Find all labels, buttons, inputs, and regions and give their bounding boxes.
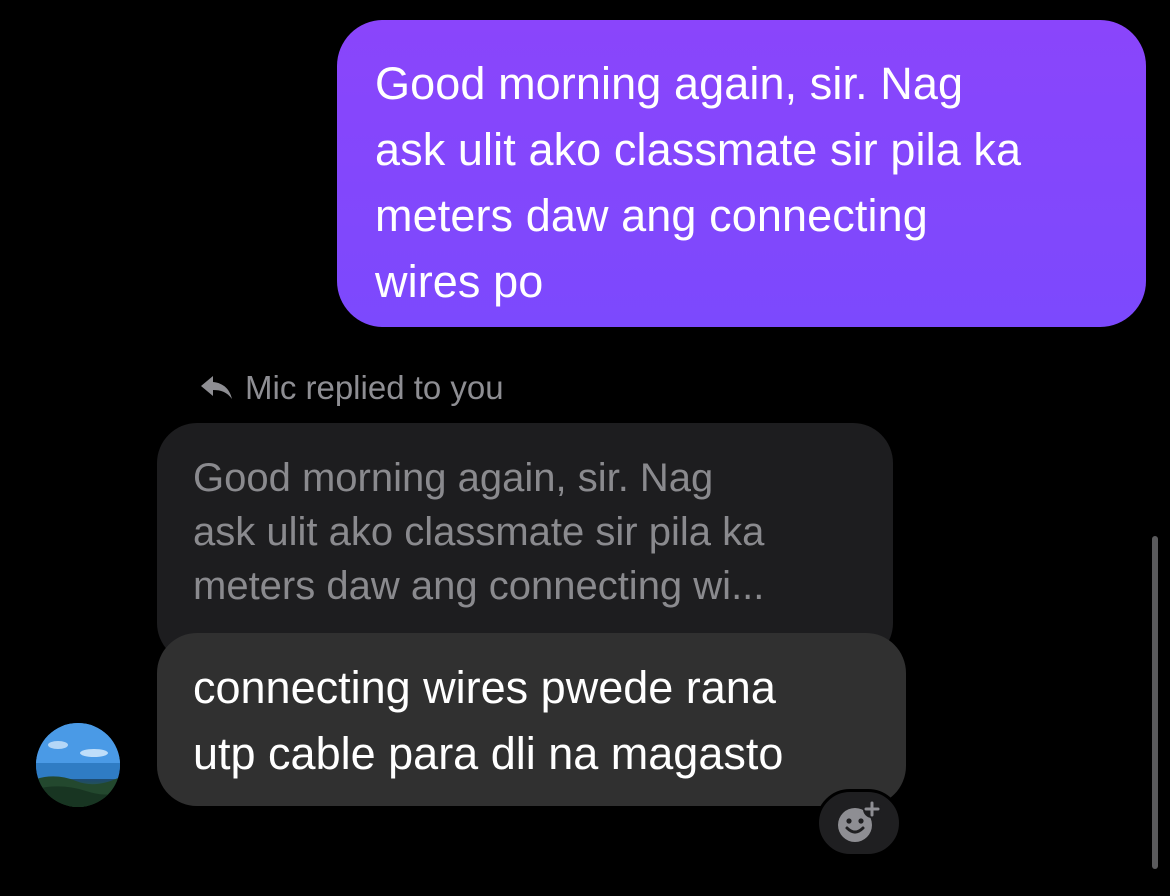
add-reaction-button[interactable] (816, 789, 902, 857)
scrollbar[interactable] (1152, 536, 1158, 869)
reply-context-text: Mic replied to you (245, 369, 504, 406)
outgoing-message-text: Good morning again, sir. Nag ask ulit ak… (375, 58, 1022, 307)
avatar-landscape (36, 723, 120, 807)
reply-context-label: Mic replied to you (199, 366, 504, 410)
contact-avatar[interactable] (36, 723, 120, 807)
incoming-message-text: connecting wires pwede rana utp cable pa… (193, 662, 784, 779)
quoted-message-bubble[interactable]: Good morning again, sir. Nag ask ulit ak… (157, 423, 893, 663)
outgoing-message-bubble[interactable]: Good morning again, sir. Nag ask ulit ak… (337, 20, 1146, 327)
quoted-message-text: Good morning again, sir. Nag ask ulit ak… (193, 456, 765, 608)
reply-arrow-icon (201, 376, 232, 399)
chat-thread: Good morning again, sir. Nag ask ulit ak… (0, 0, 1170, 896)
incoming-message-bubble[interactable]: connecting wires pwede rana utp cable pa… (157, 633, 906, 806)
add-reaction-icon (838, 800, 881, 842)
